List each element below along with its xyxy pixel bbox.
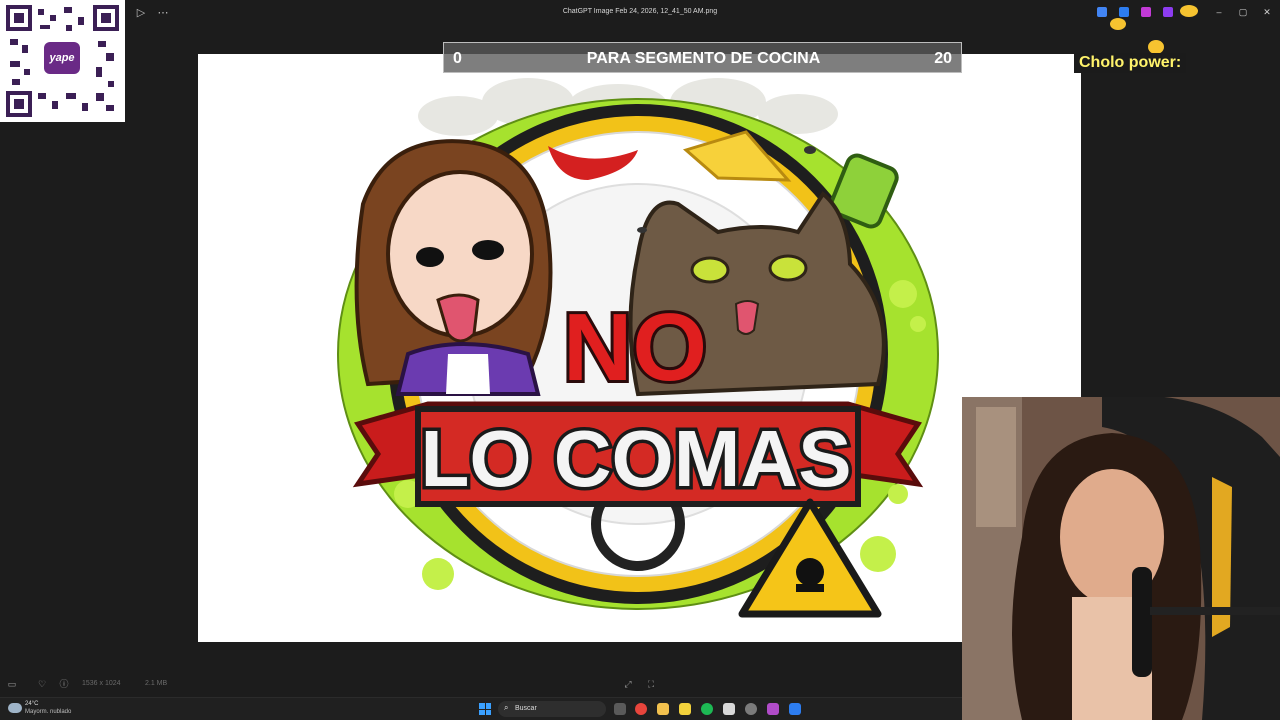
app-icon[interactable] xyxy=(723,703,735,715)
mic-arm xyxy=(1150,607,1280,615)
sticky-notes-icon[interactable] xyxy=(679,703,691,715)
score-title: PARA SEGMENTO DE COCINA xyxy=(586,50,821,67)
microphone xyxy=(1132,567,1152,677)
search-icon: ⌕ xyxy=(504,703,509,712)
weather-description[interactable]: Mayorm. nublado xyxy=(25,709,71,715)
spotify-icon[interactable] xyxy=(701,703,713,715)
tray-app-icon[interactable] xyxy=(1141,7,1151,17)
webcam-feed xyxy=(962,397,1280,720)
emote-icon xyxy=(1180,5,1198,17)
file-title: ChatGPT Image Feb 24, 2026, 12_41_50 AM.… xyxy=(562,8,718,15)
favorite-icon[interactable]: ♡ xyxy=(36,678,48,690)
start-button[interactable] xyxy=(479,703,491,715)
chrome-icon[interactable] xyxy=(635,703,647,715)
image-canvas[interactable]: NO LO COMAS xyxy=(198,54,1081,642)
title-lo-comas: LO COMAS xyxy=(420,414,851,503)
fullscreen-icon[interactable]: ⛶ xyxy=(645,678,657,690)
viewer-status-bar: ▭ ♡ ⓘ 1536 x 1024 2.1 MB ⤢ ⛶ xyxy=(0,674,962,694)
girl-character xyxy=(354,139,553,396)
tray-app-icon[interactable] xyxy=(1163,7,1173,17)
task-view-icon[interactable] xyxy=(614,703,626,715)
info-icon[interactable]: ⓘ xyxy=(58,678,70,690)
file-size-label: 2.1 MB xyxy=(145,680,168,687)
app-icon[interactable] xyxy=(767,703,779,715)
viewer-titlebar: ▷ ⋯ ChatGPT Image Feb 24, 2026, 12_41_50… xyxy=(0,0,1280,26)
score-bar: 0 PARA SEGMENTO DE COCINA 20 xyxy=(443,42,962,73)
minimize-button[interactable]: – xyxy=(1210,5,1228,19)
taskbar-search[interactable]: ⌕ Buscar xyxy=(498,701,606,717)
title-no: NO xyxy=(563,294,707,401)
yape-logo: yape xyxy=(44,42,80,74)
filmstrip-icon[interactable]: ▭ xyxy=(6,678,18,690)
photos-icon[interactable] xyxy=(789,703,801,715)
obs-icon[interactable] xyxy=(745,703,757,715)
no-lo-comas-artwork: NO LO COMAS xyxy=(337,78,939,618)
image-dimensions-label: 1536 x 1024 xyxy=(82,680,121,687)
yape-qr-code: yape xyxy=(0,0,125,122)
cholo-power-label: Cholo power: xyxy=(1074,53,1187,73)
score-right: 20 xyxy=(934,50,952,67)
windows-logo-icon xyxy=(479,703,485,709)
weather-cloud-icon[interactable] xyxy=(8,703,22,713)
emote-icon xyxy=(1148,40,1164,54)
maximize-button[interactable]: ▢ xyxy=(1234,5,1252,19)
emote-icon xyxy=(1110,18,1126,30)
close-button[interactable]: ✕ xyxy=(1258,5,1276,19)
search-placeholder: Buscar xyxy=(515,705,537,712)
file-explorer-icon[interactable] xyxy=(657,703,669,715)
weather-temperature[interactable]: 24°C xyxy=(25,701,38,707)
fit-to-window-icon[interactable]: ⤢ xyxy=(622,678,634,690)
webcam-scene xyxy=(962,397,1280,720)
tray-app-icon[interactable] xyxy=(1097,7,1107,17)
tray-app-icon[interactable] xyxy=(1119,7,1129,17)
